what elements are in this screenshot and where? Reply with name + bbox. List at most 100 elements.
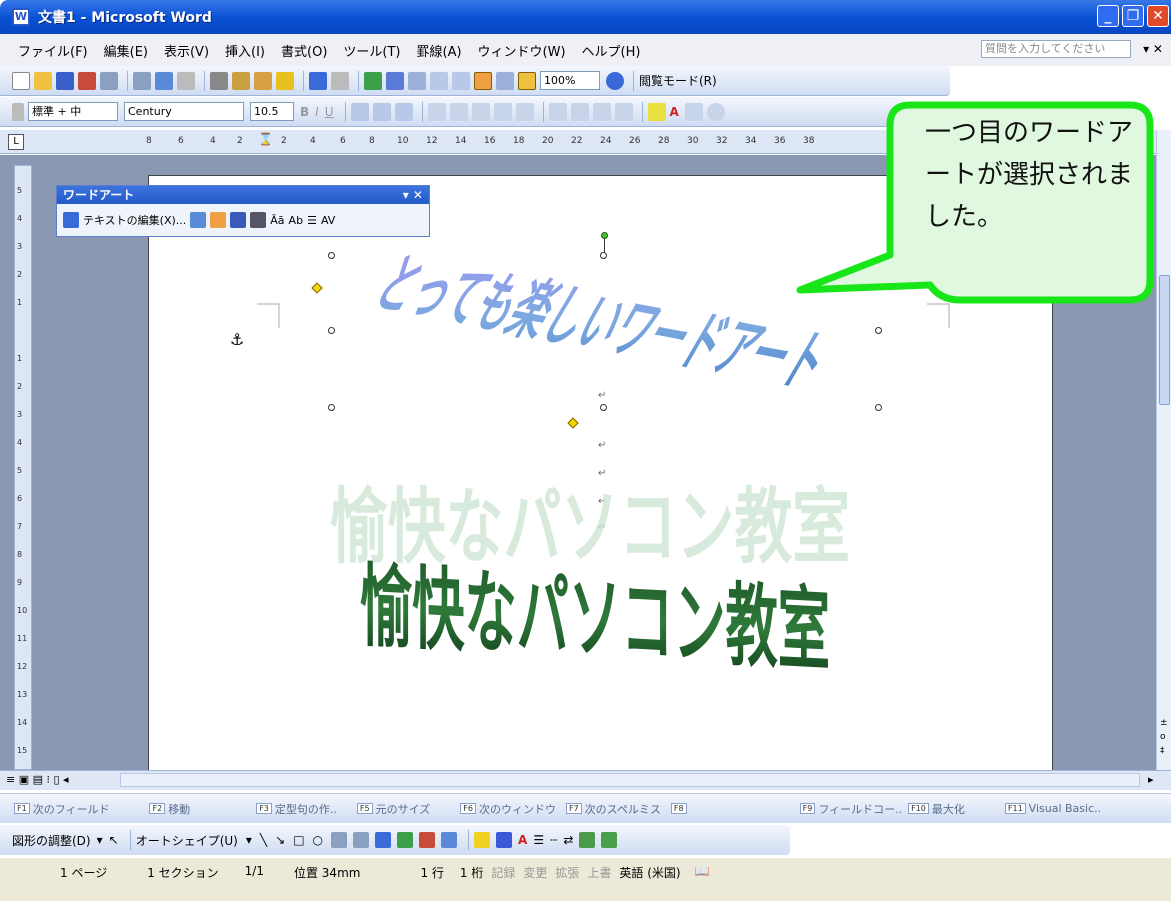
- shadow-style-icon[interactable]: [579, 832, 596, 848]
- wordart-gallery-icon[interactable]: [190, 212, 207, 228]
- browse-object-icon[interactable]: o: [1160, 732, 1166, 742]
- minimize-button[interactable]: _: [1097, 5, 1119, 27]
- status-ovr[interactable]: 上書: [587, 864, 611, 881]
- fkey-f7[interactable]: F7 次のスペルミス: [565, 801, 661, 817]
- print-icon[interactable]: [100, 71, 118, 90]
- spelling-status-icon[interactable]: 📖: [695, 864, 710, 878]
- menu-file[interactable]: ファイル(F): [18, 41, 88, 60]
- prev-page-icon[interactable]: ±: [1160, 718, 1168, 728]
- fkey-f9[interactable]: F9 フィールドコー..: [799, 801, 902, 817]
- menu-help[interactable]: ヘルプ(H): [582, 41, 641, 60]
- reading-mode-button[interactable]: 閲覧モード(R): [639, 72, 717, 89]
- decrease-indent-icon[interactable]: [592, 102, 611, 121]
- menu-table[interactable]: 罫線(A): [417, 41, 462, 60]
- char-scale-icon[interactable]: [394, 102, 413, 121]
- selection-handle[interactable]: [875, 404, 882, 411]
- next-page-icon[interactable]: ‡: [1160, 746, 1165, 756]
- highlight-icon[interactable]: [647, 102, 666, 121]
- clip-art-icon[interactable]: [419, 832, 436, 848]
- drawing-icon[interactable]: [474, 71, 492, 90]
- line-spacing-icon[interactable]: [515, 102, 534, 121]
- undo-icon[interactable]: [309, 71, 327, 90]
- insert-wordart-icon[interactable]: [63, 212, 79, 228]
- selection-handle[interactable]: [328, 404, 335, 411]
- bold-icon[interactable]: B: [300, 105, 309, 119]
- close-document-icon[interactable]: ▾ ✕: [1143, 42, 1163, 56]
- underline-icon[interactable]: U: [325, 105, 334, 119]
- italic-icon[interactable]: I: [315, 105, 319, 119]
- fkey-f5[interactable]: F5 元のサイズ: [356, 801, 430, 817]
- char-spacing-icon[interactable]: AV: [321, 214, 335, 227]
- vertical-text-icon[interactable]: Ab: [289, 214, 304, 227]
- align-right-icon[interactable]: [471, 102, 490, 121]
- help-search-input[interactable]: 質問を入力してください: [981, 40, 1131, 58]
- same-letter-heights-icon[interactable]: Āā: [270, 214, 284, 227]
- status-trk[interactable]: 変更: [523, 864, 547, 881]
- format-painter-icon[interactable]: [276, 71, 294, 90]
- enclose-char-icon[interactable]: [706, 102, 725, 121]
- menu-insert[interactable]: 挿入(I): [225, 41, 265, 60]
- fkey-f6[interactable]: F6 次のウィンドウ: [460, 801, 556, 817]
- open-folder-icon[interactable]: [34, 71, 52, 90]
- align-left-icon[interactable]: [427, 102, 446, 121]
- close-button[interactable]: ✕: [1147, 5, 1169, 27]
- research-icon[interactable]: [177, 71, 195, 90]
- styles-icon[interactable]: [12, 102, 24, 121]
- word-app-icon[interactable]: W: [12, 8, 30, 26]
- font-combo[interactable]: Century: [124, 102, 244, 121]
- selection-handle[interactable]: [875, 327, 882, 334]
- cut-icon[interactable]: [210, 71, 228, 90]
- increase-indent-icon[interactable]: [614, 102, 633, 121]
- fkey-f8[interactable]: F8: [670, 803, 690, 814]
- font-size-combo[interactable]: 10.5: [250, 102, 294, 121]
- insert-wordart-icon[interactable]: [375, 832, 392, 848]
- fkey-f10[interactable]: F10 最大化: [908, 801, 965, 817]
- style-combo[interactable]: 標準 + 中: [28, 102, 118, 121]
- numbering-icon[interactable]: [548, 102, 567, 121]
- save-icon[interactable]: [56, 71, 74, 90]
- columns-icon[interactable]: [452, 71, 470, 90]
- insert-picture-icon[interactable]: [441, 832, 458, 848]
- vertical-textbox-icon[interactable]: [353, 832, 370, 848]
- spelling-icon[interactable]: [155, 71, 173, 90]
- fill-color-icon[interactable]: [474, 832, 491, 848]
- align-center-icon[interactable]: [449, 102, 468, 121]
- phonetic-guide-icon[interactable]: [684, 102, 703, 121]
- oval-tool-icon[interactable]: ○: [313, 833, 323, 847]
- wordart-shape-icon[interactable]: [230, 212, 247, 228]
- char-shading-icon[interactable]: [372, 102, 391, 121]
- fkey-f3[interactable]: F3 定型句の作..: [256, 801, 337, 817]
- show-hide-icon[interactable]: [518, 71, 536, 90]
- alignment-icon[interactable]: ☰: [307, 214, 317, 227]
- tables-borders-icon[interactable]: [386, 71, 404, 90]
- rotation-handle[interactable]: [601, 232, 608, 239]
- status-ext[interactable]: 拡張: [555, 864, 579, 881]
- permission-icon[interactable]: [78, 71, 96, 90]
- justify-icon[interactable]: [493, 102, 512, 121]
- horizontal-scrollbar[interactable]: [120, 773, 1140, 787]
- menu-window[interactable]: ウィンドウ(W): [478, 41, 566, 60]
- bullets-icon[interactable]: [570, 102, 589, 121]
- 3d-style-icon[interactable]: [601, 832, 618, 848]
- new-document-icon[interactable]: [12, 71, 30, 90]
- menu-edit[interactable]: 編集(E): [104, 41, 148, 60]
- menu-format[interactable]: 書式(O): [281, 41, 327, 60]
- draw-menu-button[interactable]: 図形の調整(D): [12, 832, 91, 849]
- redo-icon[interactable]: [331, 71, 349, 90]
- selection-handle[interactable]: [328, 252, 335, 259]
- scroll-right-icon[interactable]: ▸: [1148, 773, 1154, 786]
- menu-view[interactable]: 表示(V): [164, 41, 209, 60]
- print-preview-icon[interactable]: [133, 71, 151, 90]
- tab-selector-icon[interactable]: L: [8, 134, 24, 150]
- edit-text-button[interactable]: テキストの編集(X)...: [83, 212, 186, 228]
- selection-handle[interactable]: [600, 404, 607, 411]
- indent-marker-icon[interactable]: ⌛: [258, 132, 273, 146]
- copy-icon[interactable]: [232, 71, 250, 90]
- diagram-icon[interactable]: [397, 832, 414, 848]
- line-tool-icon[interactable]: ╲: [260, 833, 267, 847]
- arrow-tool-icon[interactable]: ↘: [275, 833, 285, 847]
- arrow-style-icon[interactable]: ⇄: [563, 833, 573, 847]
- font-color-icon[interactable]: A: [670, 105, 679, 119]
- status-rec[interactable]: 記録: [491, 864, 515, 881]
- selection-handle[interactable]: [600, 252, 607, 259]
